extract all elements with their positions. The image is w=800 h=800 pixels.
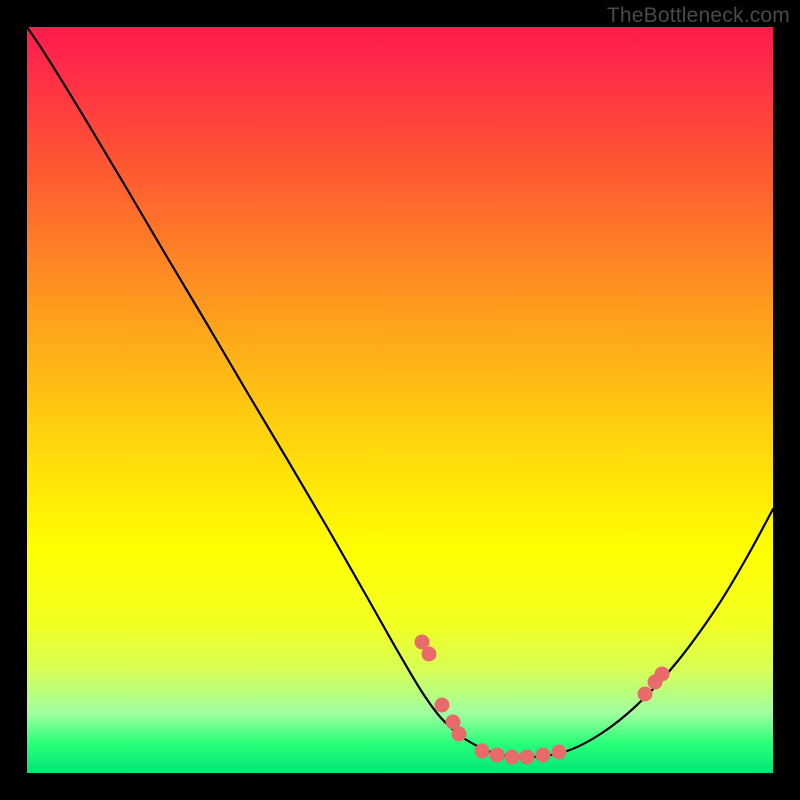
scatter-dot bbox=[505, 750, 520, 765]
chart-svg bbox=[27, 27, 773, 773]
scatter-dot bbox=[422, 647, 437, 662]
watermark-text: TheBottleneck.com bbox=[607, 4, 790, 28]
chart-area bbox=[27, 27, 773, 773]
scatter-dot bbox=[490, 748, 505, 763]
scatter-dots bbox=[415, 635, 670, 765]
scatter-dot bbox=[655, 667, 670, 682]
scatter-dot bbox=[475, 744, 490, 759]
scatter-dot bbox=[536, 748, 551, 763]
bottleneck-curve bbox=[27, 27, 773, 757]
scatter-dot bbox=[452, 727, 467, 742]
scatter-dot bbox=[435, 698, 450, 713]
scatter-dot bbox=[552, 745, 567, 760]
scatter-dot bbox=[638, 687, 653, 702]
scatter-dot bbox=[520, 750, 535, 765]
